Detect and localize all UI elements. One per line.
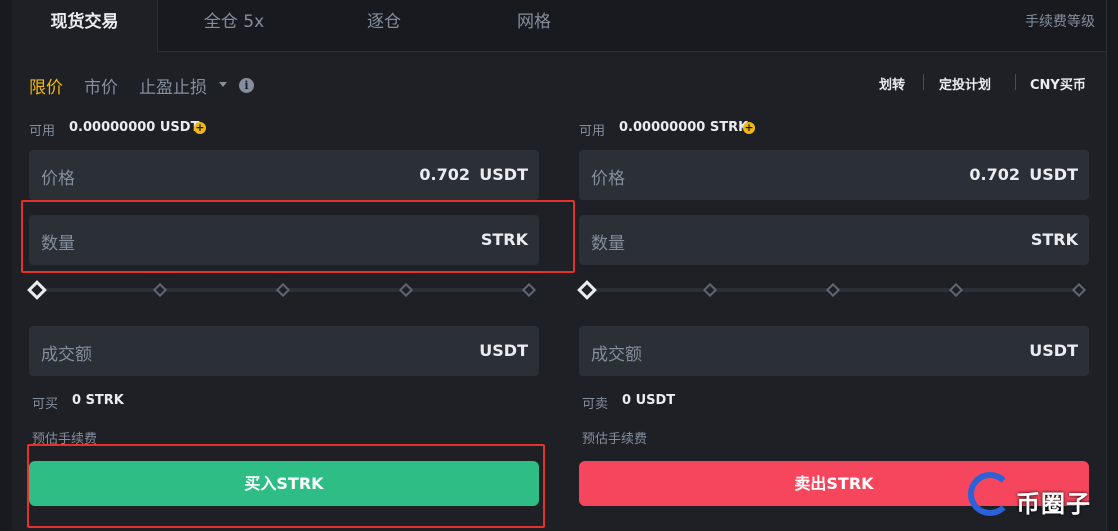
sell-price-value: 0.702: [969, 165, 1020, 184]
tab-spot[interactable]: 现货交易: [12, 0, 158, 53]
sell-amount-unit: STRK: [1030, 230, 1078, 249]
buy-price-unit: USDT: [479, 165, 528, 184]
fee-level-link[interactable]: 手续费等级: [985, 0, 1095, 44]
buy-available-label: 可用: [29, 124, 56, 139]
info-icon[interactable]: i: [239, 78, 254, 93]
highlight-box-buy-button: [27, 444, 545, 528]
buy-total-input[interactable]: 成交额 USDT: [29, 326, 539, 376]
buy-slider-step-100[interactable]: [521, 282, 537, 298]
sell-slider-step-100[interactable]: [1071, 282, 1087, 298]
highlight-box-amount: [21, 200, 575, 273]
order-type-stop-limit[interactable]: 止盈止损: [139, 73, 207, 98]
divider: [923, 74, 924, 90]
sell-total-unit: USDT: [1029, 341, 1078, 360]
buy-price-label: 价格: [41, 169, 75, 189]
buy-price-input[interactable]: 价格 0.702 USDT: [29, 150, 539, 200]
left-edge: [0, 0, 12, 531]
tab-cross-margin[interactable]: 全仓 5x: [165, 0, 303, 52]
watermark-logo-icon: [968, 472, 1012, 516]
sell-total-label: 成交额: [591, 345, 642, 365]
tab-grid[interactable]: 网格: [465, 0, 603, 52]
watermark-text: 币圈子: [1016, 490, 1091, 518]
sell-slider-step-75[interactable]: [948, 282, 964, 298]
add-funds-icon[interactable]: +: [194, 122, 206, 134]
order-type-market[interactable]: 市价: [84, 73, 118, 98]
sell-available-value: 0.00000000 STRK: [619, 120, 749, 135]
recurring-plan-link[interactable]: 定投计划: [939, 74, 991, 93]
buy-max-value: 0 STRK: [72, 393, 124, 408]
buy-slider-step-50[interactable]: [275, 282, 291, 298]
divider: [1015, 74, 1016, 90]
tab-isolated-margin[interactable]: 逐仓: [315, 0, 453, 52]
buy-available-value: 0.00000000 USDT: [69, 120, 200, 135]
buy-crypto-cny-link[interactable]: CNY买币: [1030, 74, 1086, 93]
order-type-limit[interactable]: 限价: [29, 73, 63, 98]
buy-max-label: 可买: [32, 397, 59, 412]
chevron-down-icon[interactable]: [219, 82, 227, 87]
sell-price-input[interactable]: 价格 0.702 USDT: [579, 150, 1089, 200]
sell-price-unit: USDT: [1029, 165, 1078, 184]
sell-amount-input[interactable]: 数量 STRK: [579, 215, 1089, 265]
buy-slider-handle[interactable]: [27, 280, 47, 300]
sell-slider-step-50[interactable]: [825, 282, 841, 298]
buy-slider-step-25[interactable]: [152, 282, 168, 298]
buy-total-unit: USDT: [479, 341, 528, 360]
sell-available-label: 可用: [579, 124, 606, 139]
buy-slider-step-75[interactable]: [398, 282, 414, 298]
right-edge: [1106, 0, 1118, 531]
transfer-link[interactable]: 划转: [879, 74, 905, 93]
sell-max-label: 可卖: [582, 397, 609, 412]
sell-total-input[interactable]: 成交额 USDT: [579, 326, 1089, 376]
sell-price-label: 价格: [591, 169, 625, 189]
sell-slider-step-25[interactable]: [702, 282, 718, 298]
add-funds-icon[interactable]: +: [743, 122, 755, 134]
sell-fee-label[interactable]: 预估手续费: [582, 428, 647, 447]
sell-button[interactable]: 卖出STRK: [579, 461, 1089, 506]
sell-amount-label: 数量: [591, 234, 625, 254]
sell-max-value: 0 USDT: [622, 393, 676, 408]
sell-slider-handle[interactable]: [577, 280, 597, 300]
buy-total-label: 成交额: [41, 345, 92, 365]
buy-price-value: 0.702: [419, 165, 470, 184]
